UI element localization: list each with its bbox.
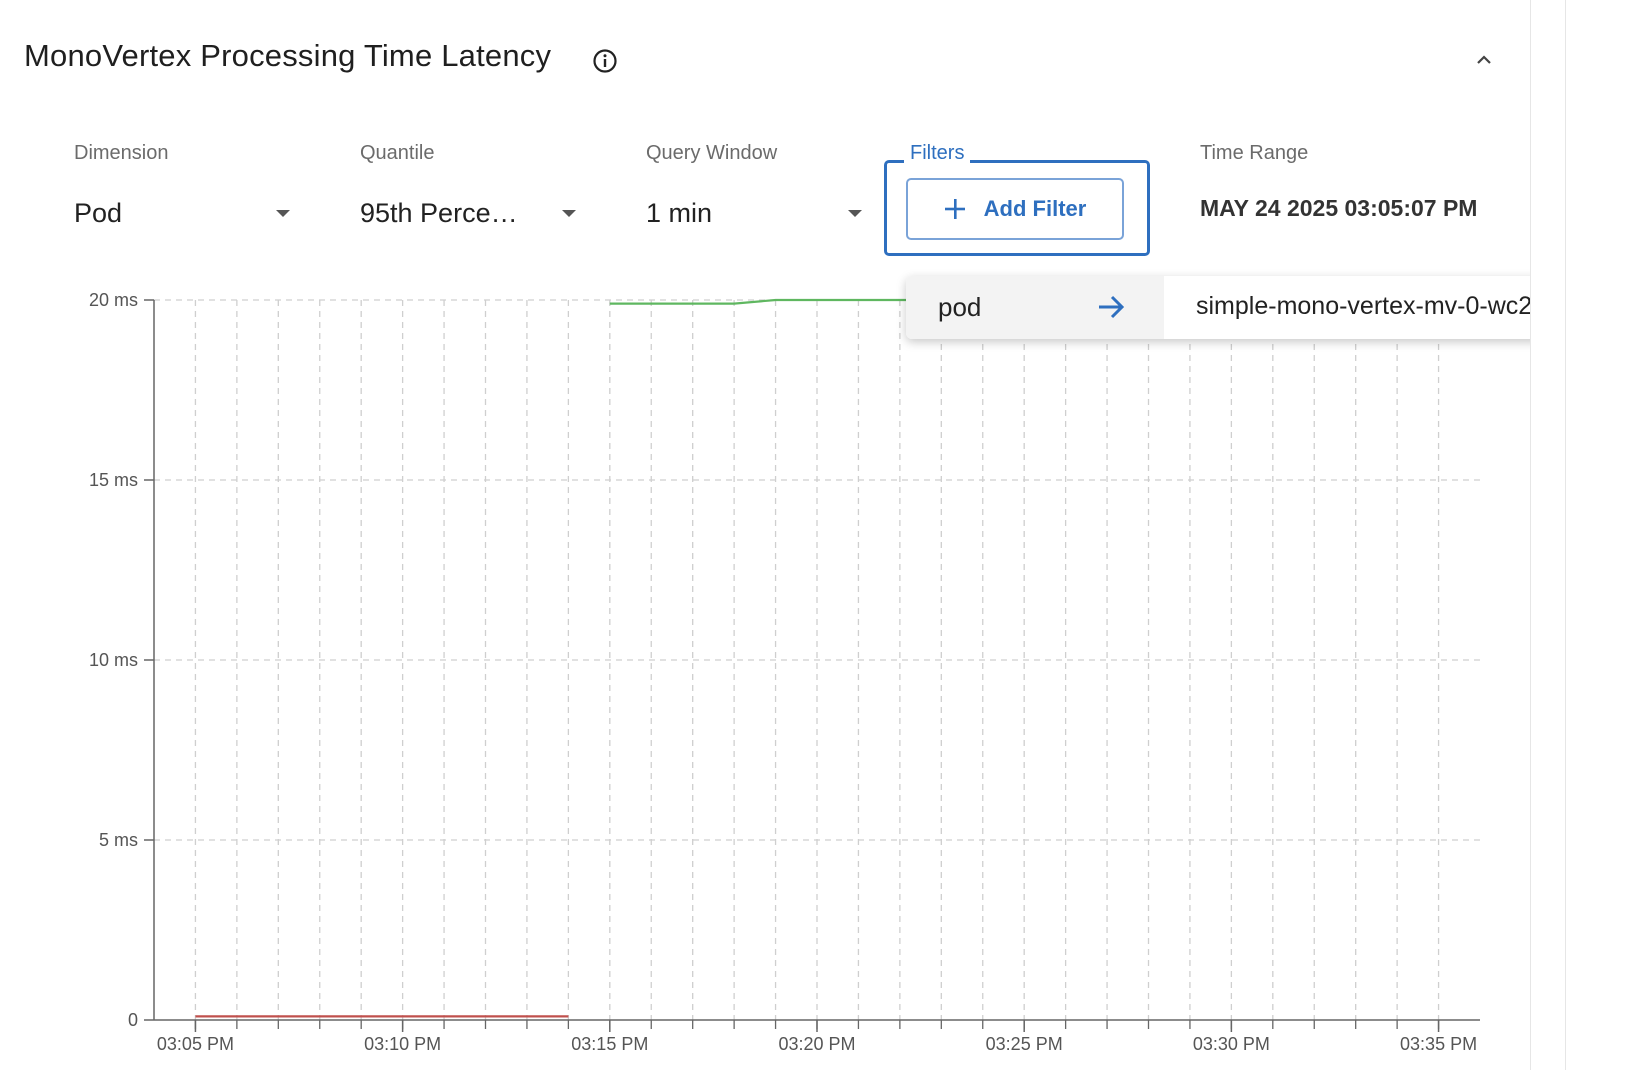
latency-panel: MonoVertex Processing Time Latency Dimen… — [0, 0, 1530, 1070]
time-range-value[interactable]: MAY 24 2025 03:05:07 PM — [1200, 195, 1496, 222]
add-filter-button[interactable]: Add Filter — [906, 178, 1124, 240]
x-tick-label: 03:35 PM — [1400, 1034, 1477, 1054]
y-tick-label: 5 ms — [99, 830, 138, 850]
chevron-down-icon — [562, 210, 576, 217]
info-circle-icon[interactable] — [592, 48, 618, 74]
filters-label: Filters — [904, 142, 971, 165]
panel-title: MonoVertex Processing Time Latency — [24, 38, 552, 73]
add-filter-label: Add Filter — [983, 196, 1087, 221]
time-range-label: Time Range — [1200, 142, 1309, 164]
quantile-select[interactable]: 95th Perce… — [360, 194, 576, 234]
y-tick-label: 15 ms — [89, 470, 138, 490]
dimension-label: Dimension — [74, 142, 169, 164]
arrow-right-icon — [1099, 295, 1125, 319]
y-tick-label: 20 ms — [89, 290, 138, 310]
x-tick-label: 03:15 PM — [571, 1034, 648, 1054]
latency-chart: 0 5 ms 10 ms 15 ms 20 ms 03:05 PM 03:10 PM 03:1… — [89, 290, 1480, 1054]
chevron-up-icon[interactable] — [1472, 48, 1496, 72]
filter-suggestion-tooltip[interactable]: pod simple-mono-vertex-mv-0-wc2y6 — [906, 276, 1618, 339]
x-tick-label: 03:25 PM — [986, 1034, 1063, 1054]
tooltip-value: simple-mono-vertex-mv-0-wc2y6 — [1196, 292, 1559, 320]
rail-divider — [1565, 0, 1566, 1070]
query-window-select[interactable]: 1 min — [646, 194, 862, 234]
query-window-value: 1 min — [646, 198, 713, 228]
chevron-down-icon — [848, 210, 862, 217]
tooltip-key: pod — [938, 292, 982, 322]
dimension-value: Pod — [74, 198, 123, 228]
y-tick-label: 0 — [128, 1010, 138, 1030]
dimension-select[interactable]: Pod — [74, 194, 290, 234]
x-tick-label: 03:20 PM — [778, 1034, 855, 1054]
plus-icon — [944, 199, 965, 219]
x-tick-label: 03:10 PM — [364, 1034, 441, 1054]
y-tick-label: 10 ms — [89, 650, 138, 670]
quantile-label: Quantile — [360, 142, 435, 164]
tooltip-key-cell: pod — [906, 276, 1164, 339]
right-rail — [1530, 0, 1632, 1070]
x-tick-label: 03:30 PM — [1193, 1034, 1270, 1054]
chevron-down-icon — [276, 210, 290, 217]
query-window-label: Query Window — [646, 142, 778, 164]
x-tick-label: 03:05 PM — [157, 1034, 234, 1054]
quantile-value: 95th Perce… — [360, 198, 518, 228]
